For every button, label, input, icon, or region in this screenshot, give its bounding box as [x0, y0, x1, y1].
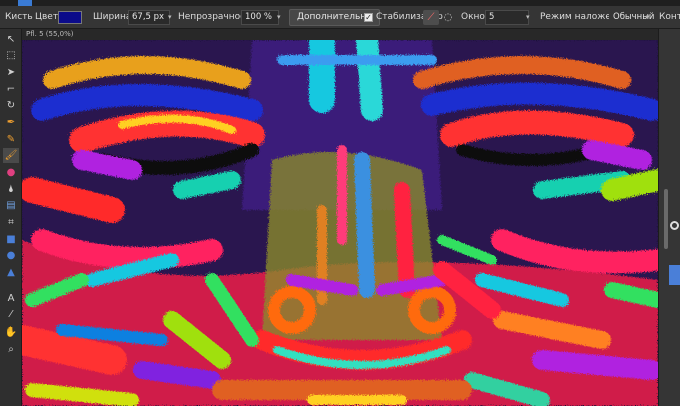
rotate-icon[interactable]: ↻: [3, 98, 19, 113]
width-dropdown-icon[interactable]: ▾: [168, 6, 172, 29]
panel-scrollbar[interactable]: [664, 189, 668, 249]
crop-icon[interactable]: ⌗: [3, 215, 19, 230]
window-label: Окно:: [461, 12, 488, 22]
document-tab[interactable]: Pfl. 5 (55,0%): [22, 29, 658, 40]
opacity-dropdown-icon[interactable]: ▾: [277, 6, 281, 29]
panel-selected-item[interactable]: [669, 265, 680, 285]
fill-icon[interactable]: 🌢: [3, 182, 19, 197]
window-dropdown-icon[interactable]: ▾: [526, 6, 530, 29]
context-toolbar: Кисть Цвет: Ширина: 67,5 px ▾ Непрозрачн…: [0, 6, 680, 29]
window-field[interactable]: 5: [485, 10, 529, 25]
gradient-icon[interactable]: ▤: [3, 198, 19, 213]
pen-icon[interactable]: ✒: [3, 115, 19, 130]
stabilizer-checkbox[interactable]: ✓: [364, 13, 373, 22]
blend-mode-dropdown-icon[interactable]: ▾: [646, 6, 650, 29]
canvas[interactable]: [22, 40, 658, 406]
tools-panel: ↖ ⬚ ➤ ⌐ ↻ ✒ ✎ 🖌 ● 🌢 ▤ ⌗ ■ ● ▲ A ⁄ ✋ ⌕: [0, 29, 22, 406]
move-icon[interactable]: ↖: [3, 32, 19, 47]
color-swatch[interactable]: [58, 11, 82, 24]
text-icon[interactable]: A: [3, 291, 19, 306]
selection-icon[interactable]: ⬚: [3, 48, 19, 63]
width-field[interactable]: 67,5 px: [128, 10, 170, 25]
painting: [22, 40, 658, 406]
zoom-icon[interactable]: ⌕: [3, 342, 19, 357]
blend-mode-select[interactable]: Обычный: [609, 10, 654, 25]
brush-icon[interactable]: 🖌: [3, 148, 19, 163]
document-title: Pfl. 5 (55,0%): [26, 30, 74, 38]
tool-name-label: Кисть: [5, 12, 33, 22]
panel-toggle-icon[interactable]: [670, 221, 679, 230]
triangle-icon[interactable]: ▲: [3, 265, 19, 280]
corner-icon[interactable]: ⌐: [3, 82, 19, 97]
node-icon[interactable]: ➤: [3, 65, 19, 80]
contour-label: Контр: [659, 12, 680, 22]
rope-mode-icon[interactable]: ⟋: [423, 10, 439, 25]
pencil-icon[interactable]: ✎: [3, 132, 19, 147]
hand-icon[interactable]: ✋: [3, 325, 19, 340]
opacity-field[interactable]: 100 %: [241, 10, 279, 25]
rectangle-icon[interactable]: ■: [3, 232, 19, 247]
window-mode-icon[interactable]: ◌: [440, 10, 456, 25]
eyedropper-icon[interactable]: ⁄: [3, 307, 19, 322]
right-panel: [658, 29, 680, 406]
ellipse-icon[interactable]: ●: [3, 248, 19, 263]
color-picker-icon[interactable]: ●: [3, 165, 19, 180]
